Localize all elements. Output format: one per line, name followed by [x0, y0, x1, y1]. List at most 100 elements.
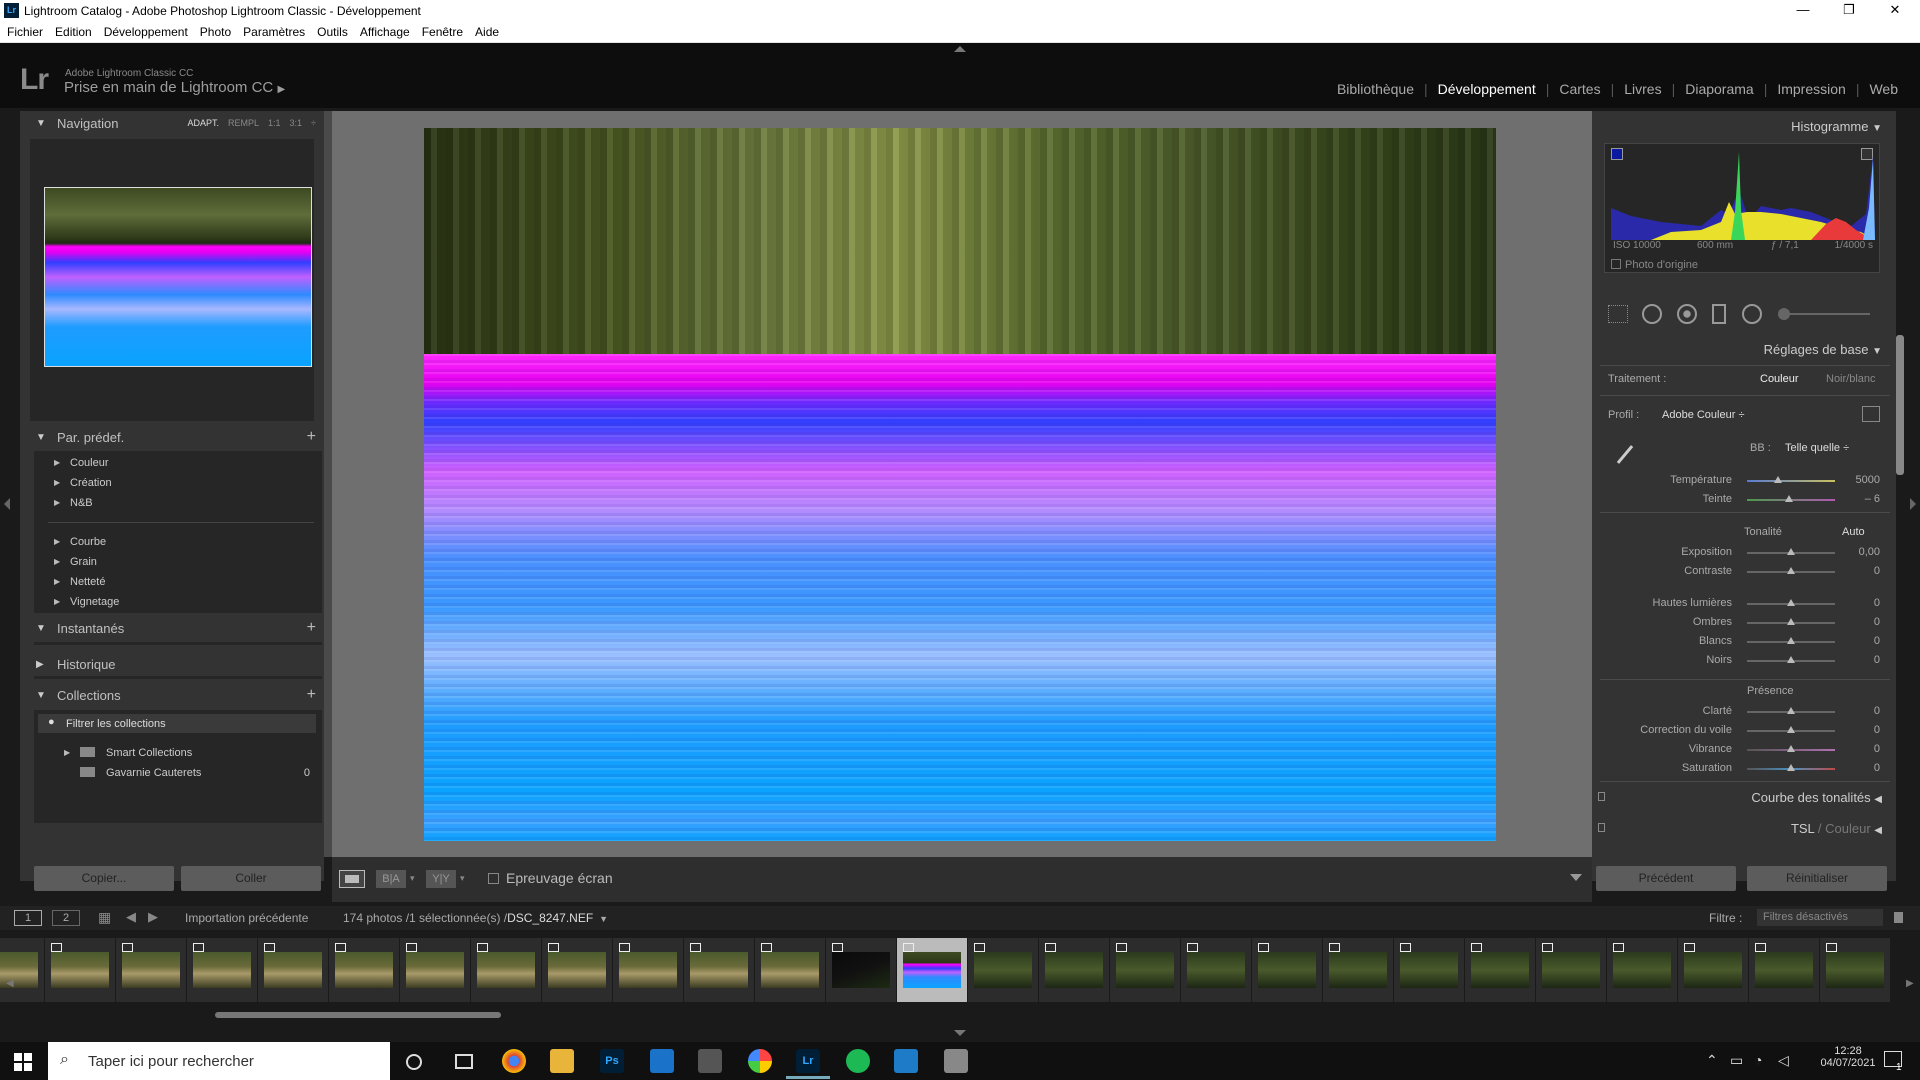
add-preset-icon[interactable]: + [307, 428, 316, 446]
filmstrip-thumbnail[interactable] [329, 938, 399, 1002]
menu-parametres[interactable]: Paramètres [236, 22, 310, 39]
primary-window-button[interactable]: 1 [14, 910, 42, 926]
before-after-split-icon[interactable]: Y|Y [426, 870, 456, 888]
zoom-3-1[interactable]: 3:1 [290, 118, 303, 128]
eyedropper-icon[interactable] [1612, 441, 1634, 469]
filmstrip-thumbnail[interactable] [1039, 938, 1109, 1002]
original-photo-checkbox[interactable] [1611, 259, 1621, 269]
filmstrip-thumbnail[interactable] [968, 938, 1038, 1002]
left-panel-toggle-icon[interactable] [4, 498, 10, 510]
module-livres[interactable]: Livres [1614, 81, 1671, 97]
filmstrip-thumbnail[interactable] [1252, 938, 1322, 1002]
maximize-icon[interactable]: ❐ [1826, 0, 1872, 22]
slider-knob[interactable] [1787, 745, 1795, 752]
network-icon[interactable]: ◔ [1754, 1052, 1762, 1068]
filmstrip-thumbnail[interactable] [1323, 938, 1393, 1002]
back-arrow-icon[interactable]: ◀ [126, 909, 136, 925]
radial-filter-icon[interactable] [1742, 304, 1762, 324]
slider-value[interactable]: 0 [1846, 762, 1880, 774]
filmstrip-thumbnail[interactable] [258, 938, 328, 1002]
slider-knob[interactable] [1787, 656, 1795, 663]
zoom-rempl[interactable]: REMPL [228, 118, 259, 128]
spotify-icon[interactable] [846, 1049, 870, 1073]
filmstrip-thumbnail[interactable] [613, 938, 683, 1002]
paste-button[interactable]: Coller [181, 866, 321, 891]
right-panel-toggle-icon[interactable] [1910, 498, 1916, 510]
identity-title[interactable]: Prise en main de Lightroom CC ▶ [64, 79, 285, 96]
slider-knob[interactable] [1773, 476, 1782, 483]
menu-aide[interactable]: Aide [468, 22, 504, 39]
menu-developpement[interactable]: Développement [97, 22, 193, 39]
slider-knob[interactable] [1787, 567, 1795, 574]
profile-browser-icon[interactable] [1862, 406, 1880, 422]
preset-group-grain[interactable]: ▶ Grain [34, 552, 322, 572]
filter-select[interactable]: Filtres désactivés [1757, 909, 1883, 926]
basic-header[interactable]: Réglages de base ▼ [1764, 342, 1882, 357]
preset-group-courbe[interactable]: ▶ Courbe [34, 532, 322, 552]
toolbar-menu-icon[interactable] [1570, 874, 1582, 881]
collections-filter-field[interactable]: ● Filtrer les collections [38, 714, 316, 733]
zoom-adapt[interactable]: ADAPT. [187, 118, 219, 128]
preset-group-vignetage[interactable]: ▶ Vignetage [34, 592, 322, 612]
module-impression[interactable]: Impression [1767, 81, 1855, 97]
preset-group-nb[interactable]: ▶ N&B [34, 493, 322, 513]
app-icon[interactable] [698, 1049, 722, 1073]
filmstrip-thumbnail[interactable] [1820, 938, 1890, 1002]
red-eye-icon[interactable] [1677, 304, 1697, 324]
collection-gavarnie[interactable]: Gavarnie Cauterets 0 [34, 763, 322, 783]
photoshop-icon[interactable]: Ps [600, 1049, 624, 1073]
filmstrip-thumbnail[interactable] [45, 938, 115, 1002]
filmstrip-thumbnail[interactable] [187, 938, 257, 1002]
tray-device-icon[interactable]: ▭ [1730, 1052, 1743, 1069]
filmstrip-thumbnail[interactable] [1465, 938, 1535, 1002]
slider-knob[interactable] [1787, 764, 1795, 771]
slider-knob[interactable] [1787, 707, 1795, 714]
zoom-stepper-icon[interactable]: ÷ [311, 118, 316, 128]
slider-value[interactable]: 0 [1846, 635, 1880, 647]
add-collection-icon[interactable]: + [307, 686, 316, 704]
collapse-top-icon[interactable] [954, 46, 966, 52]
module-web[interactable]: Web [1859, 81, 1908, 97]
filmstrip-thumbnail[interactable] [0, 938, 44, 1002]
loupe-view-icon[interactable] [339, 870, 365, 888]
minimize-icon[interactable]: — [1780, 0, 1826, 22]
menu-fichier[interactable]: Fichier [0, 22, 48, 39]
slider-value[interactable]: 0 [1846, 565, 1880, 577]
navigation-header[interactable]: ▼ Navigation ADAPT. REMPL 1:1 3:1 ÷ [20, 111, 324, 136]
filmstrip-thumbnail[interactable] [1110, 938, 1180, 1002]
original-photo-toggle[interactable]: Photo d'origine [1611, 259, 1698, 271]
profile-select[interactable]: Adobe Couleur ÷ [1662, 409, 1744, 421]
slider-value[interactable]: 0 [1846, 724, 1880, 736]
copy-button[interactable]: Copier... [34, 866, 174, 891]
slider-track[interactable] [1747, 480, 1835, 482]
histogram-header[interactable]: Histogramme ▼ [1791, 119, 1882, 134]
brush-slider[interactable] [1784, 313, 1870, 315]
secondary-window-button[interactable]: 2 [52, 910, 80, 926]
cortana-icon[interactable] [406, 1054, 422, 1070]
filmstrip-thumbnail[interactable] [1607, 938, 1677, 1002]
slider-value[interactable]: 0 [1846, 616, 1880, 628]
collections-header[interactable]: ▼ Collections + [20, 683, 324, 708]
slider-knob[interactable] [1787, 599, 1795, 606]
slider-value[interactable]: 0 [1846, 743, 1880, 755]
collapse-bottom-icon[interactable] [954, 1030, 966, 1036]
auto-tone-button[interactable]: Auto [1842, 526, 1865, 538]
forward-arrow-icon[interactable]: ▶ [148, 909, 158, 925]
menu-outils[interactable]: Outils [310, 22, 353, 39]
clock[interactable]: 12:28 04/07/2021 [1818, 1045, 1878, 1069]
snapshots-header[interactable]: ▼ Instantanés + [20, 616, 324, 641]
before-after-view-icon[interactable]: B|A [376, 870, 406, 888]
file-explorer-icon[interactable] [550, 1049, 574, 1073]
chevron-down-icon[interactable]: ▾ [460, 873, 465, 884]
windows-start-icon[interactable] [14, 1053, 32, 1071]
chrome-icon[interactable] [502, 1049, 526, 1073]
color-app-icon[interactable] [748, 1049, 772, 1073]
menu-affichage[interactable]: Affichage [353, 22, 415, 39]
navigator-preview[interactable] [44, 187, 312, 367]
reset-button[interactable]: Réinitialiser [1747, 866, 1887, 891]
treatment-bw-option[interactable]: Noir/blanc [1826, 373, 1876, 385]
lightroom-taskbar-icon[interactable]: Lr [796, 1049, 820, 1073]
crop-tool-icon[interactable] [1608, 305, 1628, 323]
hsl-toggle-icon[interactable] [1598, 823, 1605, 832]
filmstrip-thumbnail[interactable] [116, 938, 186, 1002]
